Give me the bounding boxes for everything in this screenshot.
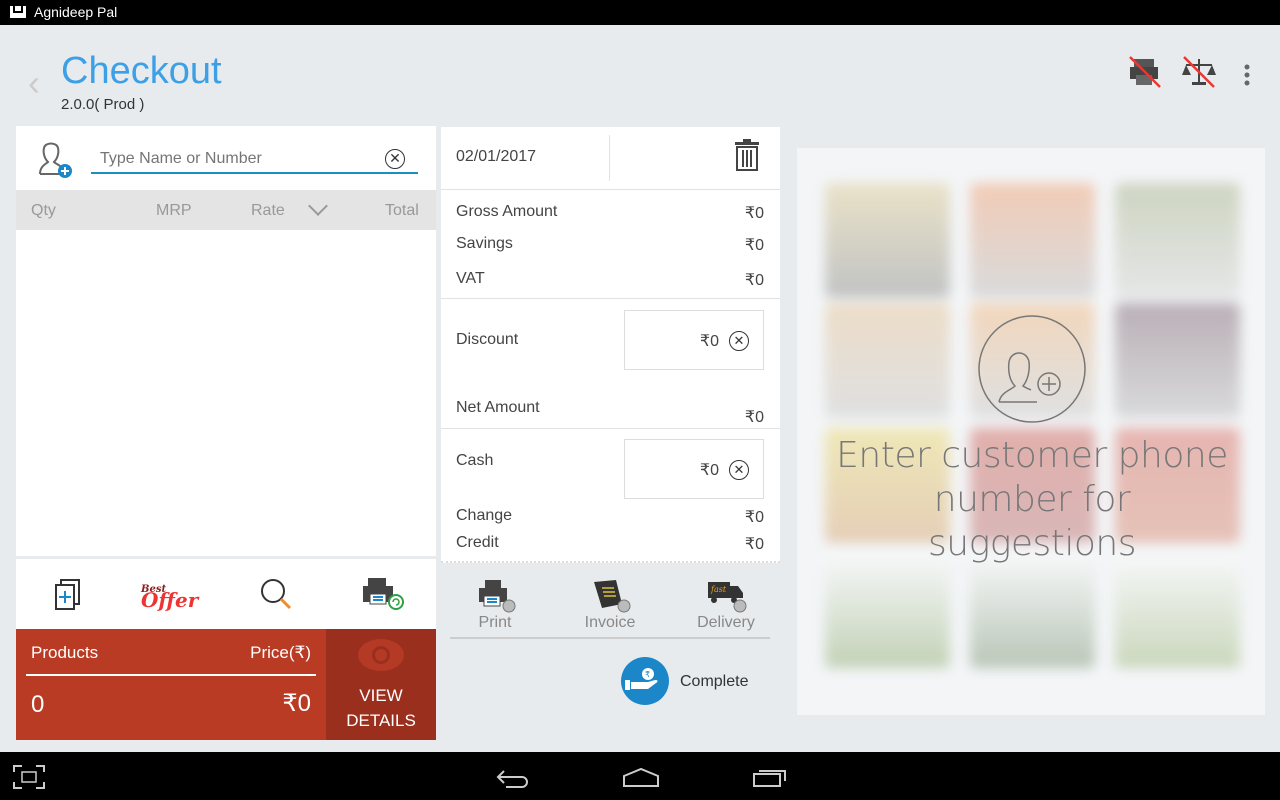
bill-date[interactable]: 02/01/2017 bbox=[456, 148, 536, 166]
price-label: Price(₹) bbox=[250, 643, 311, 662]
invoice-label: Invoice bbox=[584, 614, 636, 631]
credit-label: Credit bbox=[456, 534, 499, 551]
home-nav-icon[interactable] bbox=[622, 766, 660, 788]
customer-search-input[interactable] bbox=[91, 146, 418, 174]
app-version: 2.0.0( Prod ) bbox=[61, 96, 145, 113]
system-nav-bar bbox=[0, 752, 1280, 800]
delivery-label: Delivery bbox=[697, 614, 755, 631]
print-button[interactable]: Print bbox=[460, 578, 530, 636]
view-details-label: VIEW DETAILS bbox=[346, 686, 416, 730]
view-details-button[interactable]: VIEW DETAILS bbox=[326, 629, 436, 740]
savings-value: ₹0 bbox=[744, 237, 764, 254]
discount-label: Discount bbox=[456, 331, 519, 348]
blurred-product-tile bbox=[1115, 183, 1240, 298]
clear-search-icon[interactable]: ✕ bbox=[385, 149, 405, 169]
col-rate: Rate bbox=[251, 202, 285, 219]
bill-panel: 02/01/2017 Gross Amount ₹0 Savings ₹0 VA… bbox=[441, 127, 780, 563]
print-label: Print bbox=[478, 614, 512, 631]
recents-nav-icon[interactable] bbox=[752, 766, 788, 788]
printer-disabled-icon[interactable] bbox=[1128, 55, 1162, 89]
status-bar: Agnideep Pal bbox=[0, 0, 1280, 25]
divider bbox=[441, 298, 780, 299]
products-label: Products bbox=[31, 643, 99, 662]
invoice-icon bbox=[594, 580, 631, 613]
vat-value: ₹0 bbox=[744, 272, 764, 289]
discount-value: ₹0 bbox=[699, 333, 719, 350]
vat-label: VAT bbox=[456, 270, 485, 287]
cart-summary: Products Price(₹) 0 ₹0 bbox=[16, 629, 326, 740]
blurred-product-tile bbox=[825, 183, 950, 298]
summary-divider bbox=[26, 674, 316, 676]
blurred-product-tile bbox=[825, 553, 950, 668]
credit-value: ₹0 bbox=[744, 536, 764, 553]
clear-cash-icon[interactable]: ✕ bbox=[729, 460, 749, 480]
add-customer-large-icon bbox=[978, 315, 1086, 423]
savings-label: Savings bbox=[456, 235, 513, 252]
change-value: ₹0 bbox=[744, 509, 764, 526]
blurred-product-tile bbox=[970, 553, 1095, 668]
net-value: ₹0 bbox=[744, 409, 764, 426]
complete-button[interactable]: ₹ Complete bbox=[620, 656, 760, 706]
gmail-icon bbox=[10, 6, 26, 18]
clear-discount-icon[interactable]: ✕ bbox=[729, 331, 749, 351]
blurred-product-tile bbox=[970, 183, 1095, 298]
change-label: Change bbox=[456, 507, 513, 524]
cash-value: ₹0 bbox=[699, 462, 719, 479]
screenshot-icon[interactable] bbox=[12, 764, 46, 790]
products-count: 0 bbox=[31, 691, 45, 718]
col-qty: Qty bbox=[31, 202, 56, 219]
net-label: Net Amount bbox=[456, 399, 540, 416]
back-nav-icon[interactable] bbox=[496, 768, 530, 788]
add-item-icon[interactable] bbox=[54, 579, 84, 611]
scale-disabled-icon[interactable] bbox=[1182, 55, 1216, 89]
add-customer-icon[interactable] bbox=[30, 136, 74, 180]
table-header: Qty MRP Rate Total bbox=[16, 190, 436, 230]
payment-hand-icon: ₹ bbox=[621, 657, 669, 705]
status-user: Agnideep Pal bbox=[34, 4, 118, 20]
blurred-product-tile bbox=[1115, 303, 1240, 418]
col-mrp: MRP bbox=[156, 202, 192, 219]
divider bbox=[441, 189, 780, 190]
col-total: Total bbox=[385, 202, 419, 219]
svg-text:₹: ₹ bbox=[645, 670, 650, 679]
suggestions-panel: Enter customer phone number for suggesti… bbox=[797, 148, 1265, 715]
suggestions-message: Enter customer phone number for suggesti… bbox=[836, 435, 1228, 564]
eye-icon bbox=[358, 639, 404, 671]
reprint-icon[interactable] bbox=[362, 576, 406, 612]
page-title: Checkout bbox=[61, 50, 222, 92]
invoice-button[interactable]: Invoice bbox=[574, 578, 646, 636]
complete-label: Complete bbox=[680, 673, 749, 690]
cart-panel: ✕ Qty MRP Rate Total bbox=[16, 126, 436, 556]
divider bbox=[441, 428, 780, 429]
price-total: ₹0 bbox=[282, 690, 311, 717]
actions-divider bbox=[450, 637, 770, 639]
chevron-down-icon[interactable] bbox=[308, 196, 328, 216]
blurred-product-tile bbox=[825, 303, 950, 418]
back-button[interactable]: ‹ bbox=[28, 62, 40, 104]
gross-label: Gross Amount bbox=[456, 203, 558, 220]
cash-input[interactable]: ₹0 ✕ bbox=[624, 439, 764, 499]
delivery-truck-icon: fast bbox=[708, 582, 747, 613]
cash-label: Cash bbox=[456, 452, 494, 469]
blurred-product-tile bbox=[1115, 553, 1240, 668]
printer-icon bbox=[479, 580, 516, 613]
overflow-menu-icon[interactable] bbox=[1243, 63, 1251, 87]
cart-items-list bbox=[16, 230, 436, 556]
trash-icon[interactable] bbox=[734, 139, 760, 171]
best-offer-icon[interactable]: Best Offer bbox=[141, 581, 198, 610]
delivery-button[interactable]: fast Delivery bbox=[690, 578, 762, 636]
divider bbox=[609, 135, 610, 181]
search-icon[interactable] bbox=[258, 577, 300, 611]
svg-text:fast: fast bbox=[710, 585, 727, 594]
gross-value: ₹0 bbox=[744, 205, 764, 222]
discount-input[interactable]: ₹0 ✕ bbox=[624, 310, 764, 370]
cart-toolbar: Best Offer bbox=[16, 559, 436, 629]
